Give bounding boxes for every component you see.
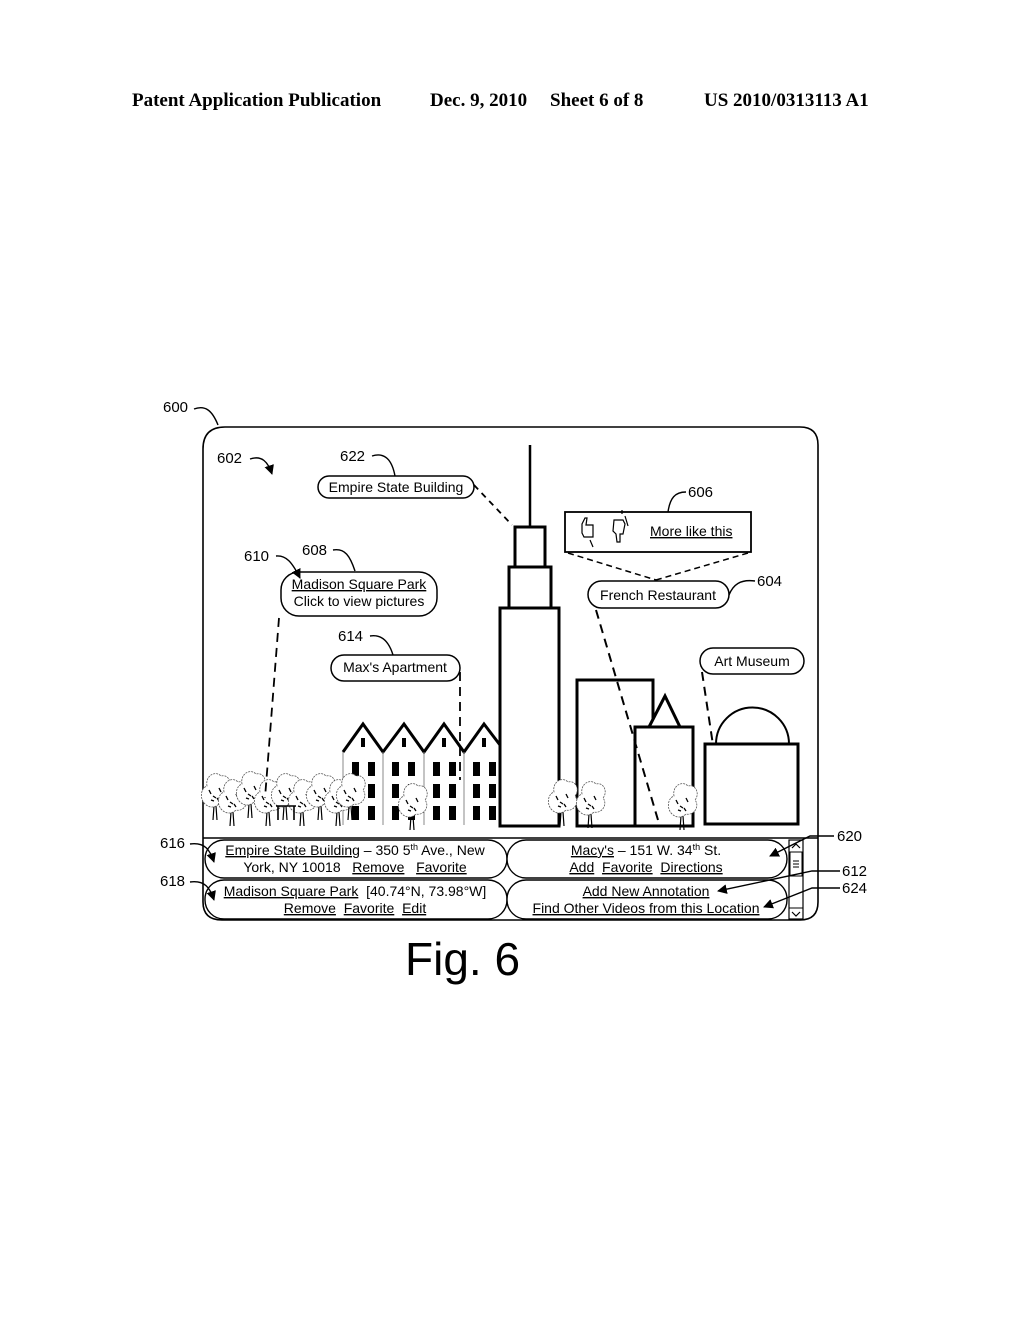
more-like-this-link[interactable]: More like this xyxy=(650,523,732,539)
ref-610: 610 xyxy=(244,548,269,565)
arrow-602 xyxy=(249,457,274,475)
add-new-annotation-link[interactable]: Add New Annotation xyxy=(583,883,710,899)
figure-6: 600 602 Empire State Building 622 More l… xyxy=(160,399,867,921)
link-macys[interactable]: Macy's xyxy=(571,842,614,858)
list-item-madison-line1: Madison Square Park [40.74°N, 73.98°W] xyxy=(224,883,487,899)
edit-link[interactable]: Edit xyxy=(402,900,426,916)
remove-link[interactable]: Remove xyxy=(284,900,336,916)
list-item-empire-line1: Empire State Building – 350 5th Ave., Ne… xyxy=(225,842,485,858)
ref-600: 600 xyxy=(163,399,188,416)
art-museum-drawing xyxy=(703,706,800,826)
ref-602: 602 xyxy=(217,450,242,467)
list-item-madison-line2: Remove Favorite Edit xyxy=(284,900,427,916)
leader-608 xyxy=(332,549,356,572)
ref-614: 614 xyxy=(338,628,363,645)
favorite-link[interactable]: Favorite xyxy=(602,859,653,875)
leader-614 xyxy=(369,635,394,656)
popup-connector xyxy=(567,552,749,581)
favorite-link[interactable]: Favorite xyxy=(344,900,395,916)
leader-madison xyxy=(264,617,280,799)
list-item-macys-line2: Add Favorite Directions xyxy=(569,859,722,875)
ref-622: 622 xyxy=(340,448,365,465)
label-empire-state-building-text[interactable]: Empire State Building xyxy=(329,479,464,495)
add-link[interactable]: Add xyxy=(569,859,594,875)
ref-618: 618 xyxy=(160,873,185,890)
leader-622 xyxy=(371,454,396,477)
label-art-museum-text[interactable]: Art Museum xyxy=(714,653,789,669)
label-max-apartment-text[interactable]: Max's Apartment xyxy=(343,659,447,675)
label-madison-park-title[interactable]: Madison Square Park xyxy=(292,576,428,592)
link-empire-state-building[interactable]: Empire State Building xyxy=(225,842,360,858)
label-madison-park-sub: Click to view pictures xyxy=(294,593,425,609)
scrollbar[interactable] xyxy=(788,839,804,920)
list-item-empire-line2: York, NY 10018 Remove Favorite xyxy=(243,859,467,875)
leader-empire xyxy=(473,484,513,526)
ref-620: 620 xyxy=(837,828,862,845)
coordinates: [40.74°N, 73.98°W] xyxy=(366,883,486,899)
leader-604 xyxy=(728,579,756,596)
leader-art-museum xyxy=(701,671,714,746)
remove-link[interactable]: Remove xyxy=(352,859,404,875)
ref-606: 606 xyxy=(688,484,713,501)
ref-624: 624 xyxy=(842,880,867,897)
annotation-list: Empire State Building – 350 5th Ave., Ne… xyxy=(204,839,788,920)
favorite-link[interactable]: Favorite xyxy=(416,859,467,875)
empire-state-building-drawing xyxy=(498,445,561,828)
find-other-videos-link[interactable]: Find Other Videos from this Location xyxy=(533,900,760,916)
ref-612: 612 xyxy=(842,863,867,880)
ref-616: 616 xyxy=(160,835,185,852)
ref-604: 604 xyxy=(757,573,782,590)
link-madison-square-park[interactable]: Madison Square Park xyxy=(224,883,360,899)
ref-608: 608 xyxy=(302,542,327,559)
label-french-restaurant-text[interactable]: French Restaurant xyxy=(600,587,716,603)
directions-link[interactable]: Directions xyxy=(660,859,722,875)
figure-caption: Fig. 6 xyxy=(405,933,521,985)
leader-606 xyxy=(667,491,687,513)
leader-600 xyxy=(193,407,219,426)
